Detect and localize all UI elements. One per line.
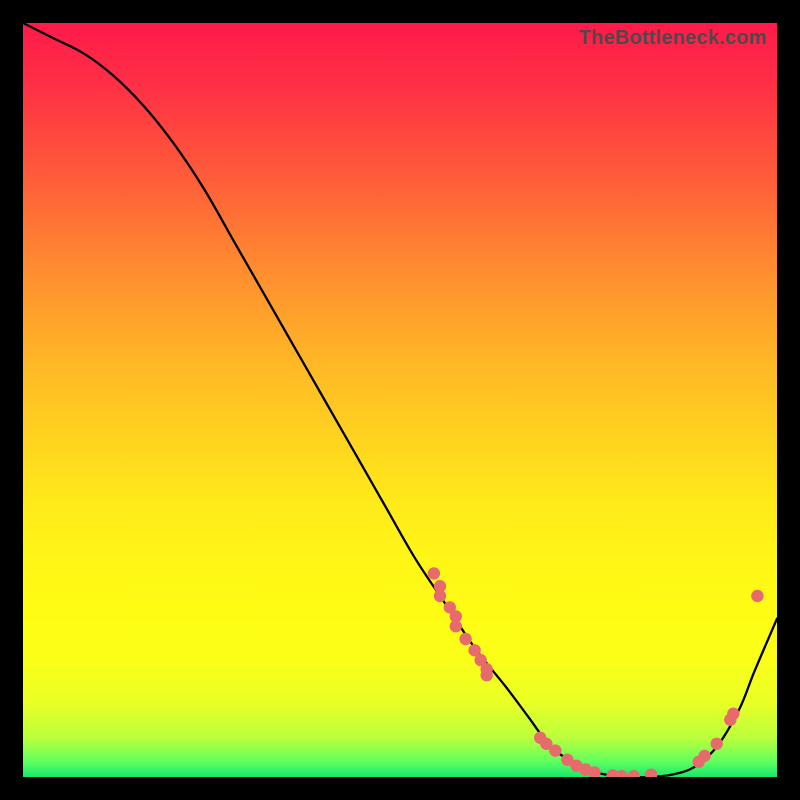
bottleneck-curve [23, 23, 777, 777]
data-point [450, 620, 462, 632]
data-points [428, 567, 764, 777]
data-point [549, 744, 561, 756]
data-point [751, 590, 763, 602]
chart-plot-area: TheBottleneck.com [23, 23, 777, 777]
data-point [428, 567, 440, 579]
chart-svg [23, 23, 777, 777]
data-point [727, 708, 739, 720]
data-point [616, 770, 628, 777]
data-point [481, 669, 493, 681]
data-point [434, 590, 446, 602]
data-point [628, 770, 640, 777]
data-point [698, 750, 710, 762]
data-point [711, 738, 723, 750]
data-point [645, 769, 657, 778]
data-point [459, 633, 471, 645]
